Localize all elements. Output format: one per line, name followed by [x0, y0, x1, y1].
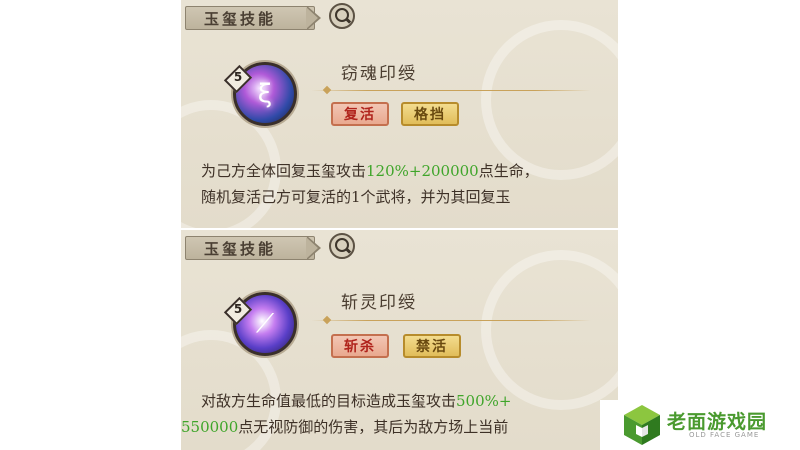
divider-ornament	[322, 85, 332, 95]
tag-block: 格挡	[401, 102, 459, 126]
tab-label: 玉玺技能	[204, 240, 277, 258]
background-swirl	[481, 20, 618, 180]
divider-ornament	[322, 315, 332, 325]
brand-name: 老面游戏园	[667, 411, 768, 433]
skill-panel-2: 玉玺技能 ⟋ 5 斩灵印绶 斩杀 禁活 对敌方生命值最低的目标造成玉玺攻击500…	[181, 230, 618, 450]
tab-label: 玉玺技能	[204, 10, 277, 28]
tag-no-revive: 禁活	[403, 334, 461, 358]
skill-description-line-1: 为己方全体回复玉玺攻击120%+200000点生命，	[201, 162, 539, 180]
skill-description-line-2: 550000点无视防御的伤害，其后为敌方场上当前	[181, 418, 509, 436]
level-number: 5	[233, 70, 243, 84]
site-watermark-logo: 老面游戏园 OLD FACE GAME	[600, 400, 800, 450]
tab-arrow-inner	[306, 7, 318, 29]
skill-name: 窃魂印绶	[341, 64, 417, 84]
skill-tab[interactable]: 玉玺技能	[185, 236, 315, 260]
skill-panel-1: 玉玺技能 ξ 5 窃魂印绶 复活 格挡 为己方全体回复玉玺攻击120%+2000…	[181, 0, 618, 228]
skill-description-line-2: 随机复活己方可复活的1个武将，并为其回复玉	[201, 188, 511, 206]
background-swirl	[481, 250, 618, 410]
magnify-button[interactable]	[329, 233, 355, 259]
divider-line	[311, 320, 591, 321]
tag-execute: 斩杀	[331, 334, 389, 358]
brand-subtitle: OLD FACE GAME	[689, 431, 760, 439]
skill-tab[interactable]: 玉玺技能	[185, 6, 315, 30]
divider-line	[311, 90, 591, 91]
magnify-button[interactable]	[329, 3, 355, 29]
level-number: 5	[233, 302, 243, 316]
cube-logo-icon	[624, 405, 660, 445]
skill-name: 斩灵印绶	[341, 293, 417, 313]
tag-revive: 复活	[331, 102, 389, 126]
skill-description-line-1: 对敌方生命值最低的目标造成玉玺攻击500%+	[201, 392, 512, 410]
tab-arrow-inner	[306, 237, 318, 259]
